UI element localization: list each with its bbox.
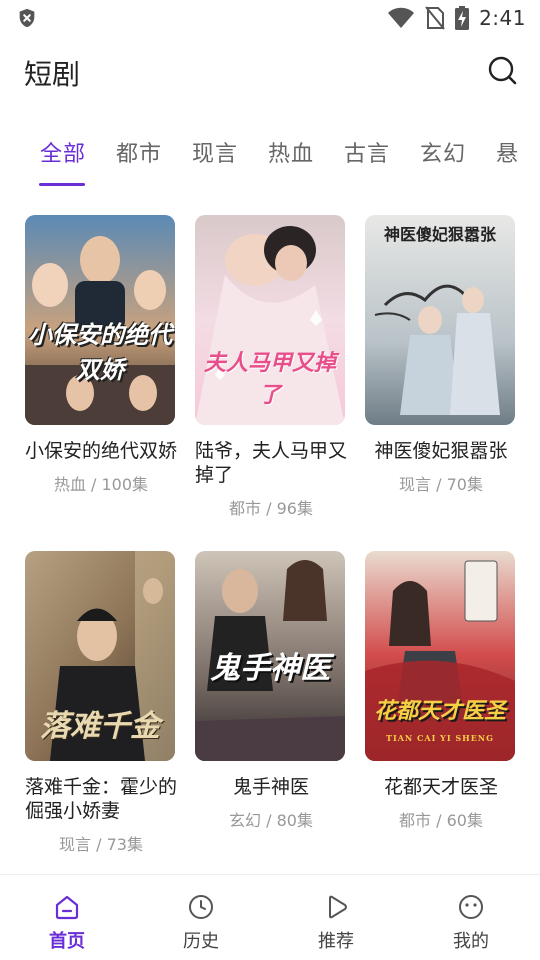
nav-recommend[interactable]: 推荐 xyxy=(306,893,366,953)
shield-icon xyxy=(19,8,35,28)
drama-meta: 现言 / 70集 xyxy=(399,475,483,494)
tab-indicator xyxy=(39,183,85,186)
page-title: 短剧 xyxy=(24,58,81,91)
tab-suspense[interactable]: 悬 xyxy=(496,136,519,168)
drama-card[interactable]: 花都天才医圣 TIAN CAI YI SHENG 花都天才医圣 都市 / 60集 xyxy=(365,551,517,831)
drama-cover[interactable]: 神医傻妃狠嚣张 xyxy=(365,215,515,425)
drama-card[interactable]: 小保安的绝代双娇 小保安的绝代双娇 热血 / 100集 xyxy=(25,215,177,495)
drama-cover[interactable]: 鬼手神医 xyxy=(195,551,345,761)
drama-cover[interactable]: 小保安的绝代双娇 xyxy=(25,215,175,425)
drama-card[interactable]: 鬼手神医 鬼手神医 玄幻 / 80集 xyxy=(195,551,347,831)
drama-meta: 现言 / 73集 xyxy=(59,835,143,854)
tab-urban[interactable]: 都市 xyxy=(116,136,162,168)
nav-home-label: 首页 xyxy=(49,931,85,952)
clock-icon xyxy=(189,895,213,919)
cover-subtitle-art: TIAN CAI YI SHENG xyxy=(386,733,494,743)
nav-profile-label: 我的 xyxy=(453,931,489,952)
cover-title-art: 花都天才医圣 xyxy=(373,698,506,724)
drama-title: 鬼手神医 xyxy=(232,776,309,798)
cover-title-art: 夫人马甲又掉了 xyxy=(203,350,336,408)
cover-title-art: 小保安的绝代双娇 xyxy=(28,320,172,384)
tab-modern-romance[interactable]: 现言 xyxy=(192,136,238,168)
status-bar: 2:41 xyxy=(0,0,540,36)
cover-title-art: 鬼手神医 xyxy=(210,651,330,686)
battery-charging-icon xyxy=(455,6,470,30)
nav-profile[interactable]: 我的 xyxy=(441,893,501,953)
wifi-icon xyxy=(388,7,415,28)
tab-fantasy[interactable]: 玄幻 xyxy=(420,136,466,168)
no-sim-icon xyxy=(425,6,445,30)
cover-title-art: 神医傻妃狠嚣张 xyxy=(383,225,496,244)
category-tabs: 全部 都市 现言 热血 古言 玄幻 悬 xyxy=(0,128,540,188)
drama-meta: 玄幻 / 80集 xyxy=(229,811,313,830)
nav-history-label: 历史 xyxy=(183,931,219,952)
drama-title: 小保安的绝代双娇 xyxy=(25,440,178,462)
drama-card[interactable]: 神医傻妃狠嚣张 神医傻妃狠嚣张 现言 / 70集 xyxy=(365,215,517,495)
drama-meta: 热血 / 100集 xyxy=(53,475,149,494)
app-header: 短剧 xyxy=(0,40,540,102)
drama-meta: 都市 / 96集 xyxy=(229,499,313,518)
tab-action[interactable]: 热血 xyxy=(268,136,314,168)
tab-all[interactable]: 全部 xyxy=(40,136,86,168)
drama-cover[interactable]: 落难千金 xyxy=(25,551,175,761)
nav-recommend-label: 推荐 xyxy=(318,931,354,952)
drama-title: 神医傻妃狠嚣张 xyxy=(374,440,508,462)
status-time: 2:41 xyxy=(479,6,526,30)
search-icon[interactable] xyxy=(486,54,518,86)
drama-card[interactable]: 夫人马甲又掉了 陆爷，夫人马甲又掉了 都市 / 96集 xyxy=(195,215,347,519)
drama-title: 落难千金：霍少的倔强小娇妻 xyxy=(25,776,178,822)
play-icon xyxy=(329,895,347,919)
nav-history[interactable]: 历史 xyxy=(171,893,231,953)
drama-cover[interactable]: 夫人马甲又掉了 xyxy=(195,215,345,425)
drama-meta: 都市 / 60集 xyxy=(399,811,483,830)
nav-home[interactable]: 首页 xyxy=(37,893,97,953)
drama-cover[interactable]: 花都天才医圣 TIAN CAI YI SHENG xyxy=(365,551,515,761)
drama-title: 陆爷，夫人马甲又掉了 xyxy=(195,440,348,486)
home-icon xyxy=(55,895,79,920)
tab-ancient-romance[interactable]: 古言 xyxy=(344,136,390,168)
drama-title: 花都天才医圣 xyxy=(383,776,498,798)
drama-card[interactable]: 落难千金 落难千金：霍少的倔强小娇妻 现言 / 73集 xyxy=(25,551,177,855)
bottom-nav: 首页 历史 推荐 我的 xyxy=(0,874,540,960)
cover-title-art: 落难千金 xyxy=(40,709,160,744)
smile-icon xyxy=(459,895,483,919)
